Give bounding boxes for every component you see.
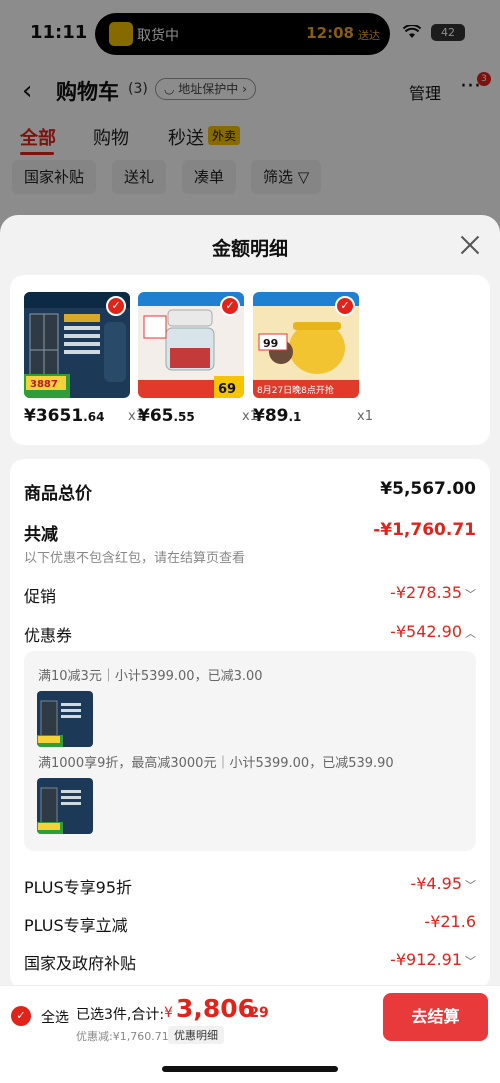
plus-direct-row: PLUS专享立减 -¥21.6 <box>24 912 476 936</box>
price-detail-card: 商品总价 ¥5,567.00 共减 -¥1,760.71 以下优惠不包含红包，请… <box>10 459 490 989</box>
home-indicator[interactable] <box>162 1066 338 1072</box>
select-all-check-icon[interactable]: ✓ <box>11 1006 31 1026</box>
product-image: 69 ✓ <box>138 292 244 398</box>
goods-total-label: 商品总价 <box>24 484 92 504</box>
promo-value: -¥278.35 ﹀ <box>390 583 476 602</box>
total-currency: ¥ <box>164 1005 173 1021</box>
coupon-value: -¥542.90 ︿ <box>390 622 476 641</box>
total-amount-decimal: .29 <box>244 1005 269 1021</box>
total-reduce-value: -¥1,760.71 <box>373 520 476 540</box>
subsidy-row[interactable]: 国家及政府补贴 -¥912.91 ﹀ <box>24 950 476 974</box>
selected-check-icon[interactable]: ✓ <box>335 296 355 316</box>
amount-detail-sheet: 金额明细 3887 ✓ ¥3651.64 x1 69 ✓ ¥65.55 x1 9… <box>0 215 500 1083</box>
product-item[interactable]: 3887 ✓ ¥3651.64 x1 <box>24 292 144 428</box>
selected-check-icon[interactable]: ✓ <box>106 296 126 316</box>
goods-total-row: 商品总价 ¥5,567.00 <box>24 479 476 504</box>
plus-direct-label: PLUS专享立减 <box>24 916 128 935</box>
chevron-down-icon: ﹀ <box>465 588 476 601</box>
product-image: 3887 ✓ <box>24 292 130 398</box>
coupon-product-thumb[interactable] <box>37 778 93 834</box>
fridge-image-price: 3887 <box>30 379 58 390</box>
product-price-row: ¥65.55 x1 <box>138 406 258 428</box>
goods-total-value: ¥5,567.00 <box>380 479 476 499</box>
product-item[interactable]: 69 ✓ ¥65.55 x1 <box>138 292 258 428</box>
promo-label: 促销 <box>24 587 57 606</box>
coupon-row[interactable]: 优惠券 -¥542.90 ︿ <box>24 622 476 646</box>
subsidy-value: -¥912.91 ﹀ <box>390 950 476 969</box>
select-all-label[interactable]: 全选 <box>41 1007 69 1027</box>
checkout-button[interactable]: 去结算 <box>383 993 488 1041</box>
fridge-thumb-image <box>37 778 93 834</box>
product-price-row: ¥3651.64 x1 <box>24 406 144 428</box>
product-price: ¥3651.64 <box>24 406 105 426</box>
product-price-row: ¥89.1 x1 <box>253 406 373 428</box>
discount-note: 优惠减:¥1,760.71 <box>76 1030 169 1043</box>
product-qty: x1 <box>357 409 373 424</box>
cooker-image-price: 99 <box>263 337 278 350</box>
chevron-down-icon: ﹀ <box>465 955 476 968</box>
product-image: 99 8月27日晚8点开抢 ✓ <box>253 292 359 398</box>
chopper-image-price: 69 <box>218 382 236 397</box>
promo-row[interactable]: 促销 -¥278.35 ﹀ <box>24 583 476 607</box>
coupon-detail-line: 满1000享9折，最高减3000元｜小计5399.00，已减539.90 <box>38 756 394 771</box>
selected-summary: 已选3件,合计: <box>76 1007 165 1023</box>
chevron-down-icon: ﹀ <box>465 879 476 892</box>
subsidy-label: 国家及政府补贴 <box>24 954 137 973</box>
sheet-title: 金额明细 <box>211 238 288 260</box>
product-item[interactable]: 99 8月27日晚8点开抢 ✓ ¥89.1 x1 <box>253 292 373 428</box>
discount-detail-toggle[interactable]: 优惠明细 <box>168 1026 224 1044</box>
total-reduce-label: 共减 <box>24 525 58 545</box>
selected-check-icon[interactable]: ✓ <box>220 296 240 316</box>
product-price: ¥65.55 <box>138 406 195 426</box>
coupon-product-thumb[interactable] <box>37 691 93 747</box>
plus-95-value: -¥4.95 ﹀ <box>410 874 476 893</box>
chevron-up-icon: ︿ <box>465 627 476 640</box>
coupon-detail-line: 满10减3元｜小计5399.00，已减3.00 <box>38 669 263 684</box>
plus-95-row[interactable]: PLUS专享95折 -¥4.95 ﹀ <box>24 874 476 898</box>
checkout-bar: ✓ 全选 已选3件,合计: ¥ 3,806 .29 优惠减:¥1,760.71 … <box>0 985 500 1083</box>
fridge-thumb-image <box>37 691 93 747</box>
total-reduce-row: 共减 -¥1,760.71 <box>24 520 476 545</box>
modal-overlay[interactable] <box>0 0 500 240</box>
close-icon[interactable] <box>458 233 482 257</box>
plus-direct-value: -¥21.6 <box>424 912 476 931</box>
coupon-detail-box: 满10减3元｜小计5399.00，已减3.00 满1000享9折，最高减3000… <box>24 651 476 851</box>
reduce-note: 以下优惠不包含红包，请在结算页查看 <box>24 551 246 566</box>
products-card: 3887 ✓ ¥3651.64 x1 69 ✓ ¥65.55 x1 99 8月2… <box>10 275 490 445</box>
cooker-image-banner: 8月27日晚8点开抢 <box>257 384 334 396</box>
coupon-label: 优惠券 <box>24 626 73 645</box>
product-price: ¥89.1 <box>253 406 302 426</box>
plus-95-label: PLUS专享95折 <box>24 878 132 897</box>
